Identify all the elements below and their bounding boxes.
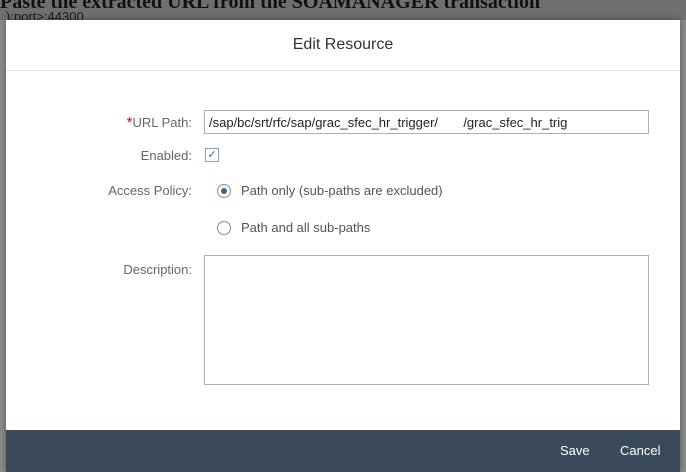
dialog-footer: Save Cancel (6, 430, 680, 472)
edit-resource-dialog: Edit Resource *URL Path: /sap/bc/srt/rfc… (6, 20, 680, 472)
radio-path-and-subpaths[interactable] (217, 221, 231, 235)
description-label: Description: (123, 262, 192, 277)
enabled-label: Enabled: (140, 148, 192, 163)
radio-path-only[interactable] (217, 184, 231, 198)
radio-path-and-subpaths-label[interactable]: Path and all sub-paths (241, 220, 370, 235)
url-path-label: *URL Path: (102, 114, 192, 131)
url-path-label-text: URL Path: (132, 115, 193, 130)
cancel-button[interactable]: Cancel (620, 443, 660, 458)
save-button[interactable]: Save (560, 443, 590, 458)
background-strip-right (680, 20, 686, 472)
url-path-input[interactable]: /sap/bc/srt/rfc/sap/grac_sfec_hr_trigger… (204, 110, 649, 134)
dialog-title: Edit Resource (292, 36, 394, 53)
enabled-checkbox[interactable]: ✓ (205, 148, 219, 162)
dialog-header: Edit Resource (6, 20, 680, 71)
description-textarea[interactable] (204, 255, 649, 385)
background-headline: Paste the extracted URL from the SOAMANA… (0, 0, 541, 13)
access-policy-label: Access Policy: (108, 183, 192, 198)
radio-path-only-label[interactable]: Path only (sub-paths are excluded) (241, 183, 443, 198)
